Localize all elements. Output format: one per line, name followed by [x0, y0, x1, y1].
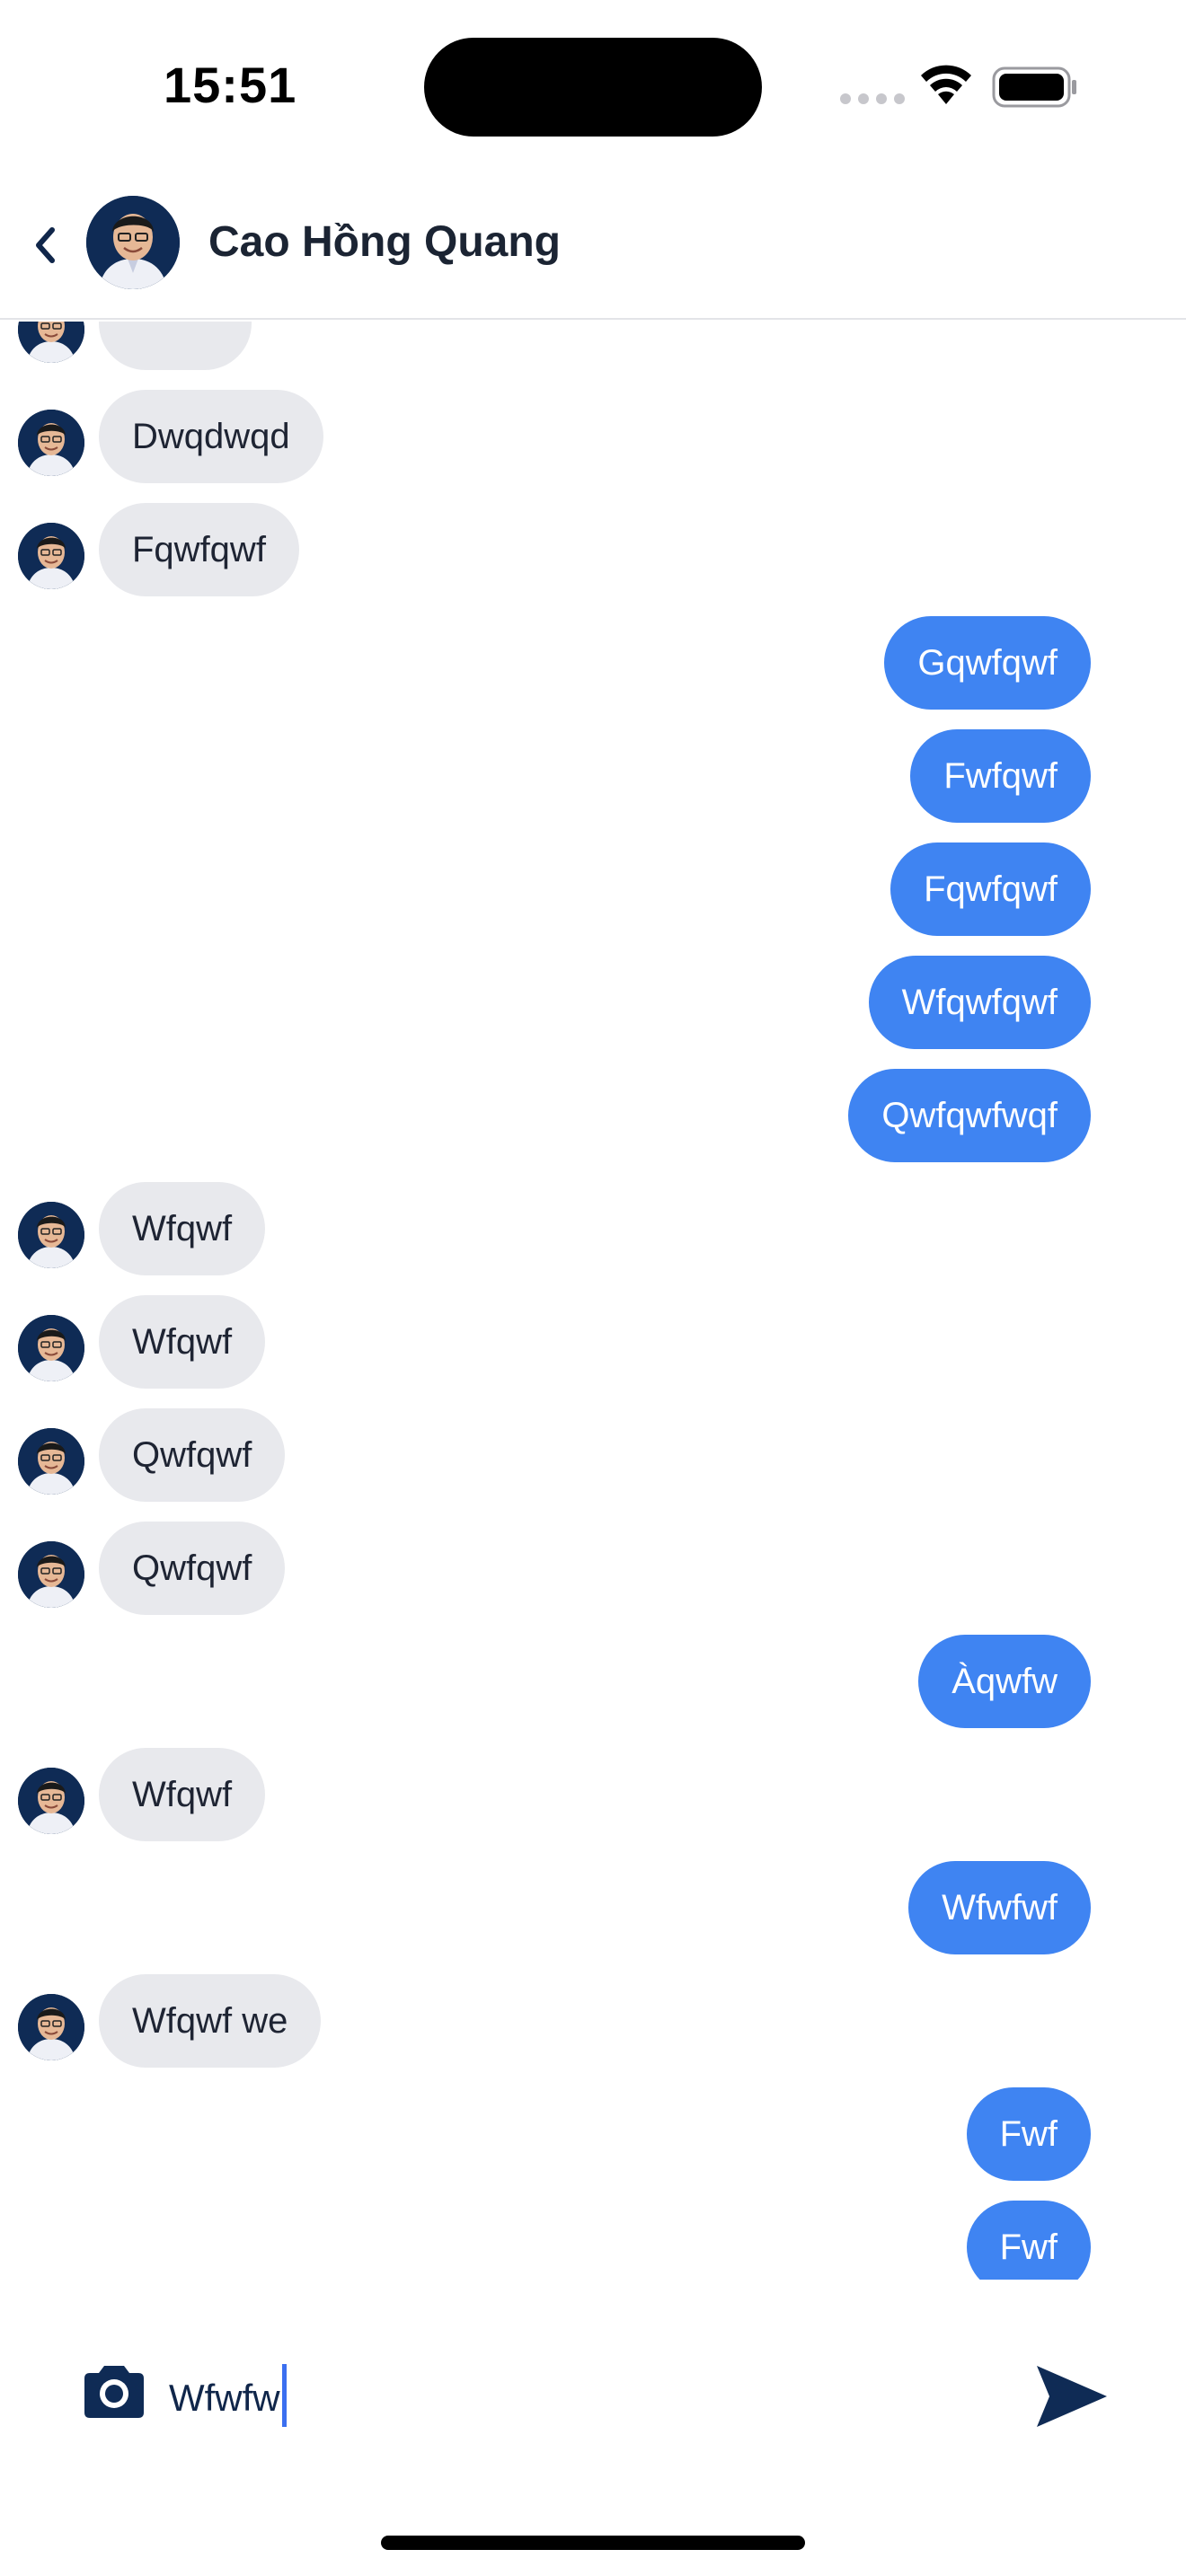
message-bubble: Qwfqwf: [99, 1522, 286, 1615]
message-avatar: [18, 1768, 84, 1834]
message-avatar: [18, 1541, 84, 1608]
message-avatar: [18, 1994, 84, 2060]
message-avatar: [18, 410, 84, 476]
message-bubble: Wfwfwf: [908, 1861, 1091, 1954]
user-avatar-icon: [86, 196, 180, 289]
message-bubble: Qwfqwf: [99, 1408, 286, 1502]
chat-header: Cao Hồng Quang: [0, 171, 1186, 320]
message-bubble: Wfqwfqwf: [868, 956, 1091, 1049]
outgoing-message[interactable]: Fwfqwf: [910, 729, 1091, 823]
incoming-message[interactable]: Qwfqwf: [99, 1408, 286, 1502]
incoming-message[interactable]: [99, 322, 252, 370]
outgoing-message[interactable]: Qwfqwfwqf: [848, 1069, 1091, 1162]
message-bubble: Fwfqwf: [910, 729, 1091, 823]
message-avatar: [18, 523, 84, 589]
message-list[interactable]: Dwqdwqd Fqwfqwf Gqwfqwf Fwfqwf Fqwfqwf Wfqwfq…: [0, 322, 1186, 2280]
message-bubble: [99, 322, 252, 370]
status-time: 15:51: [164, 57, 297, 113]
incoming-message[interactable]: Wfqwf: [99, 1182, 266, 1275]
message-bubble: Dwqdwqd: [99, 390, 323, 483]
text-caret: [281, 2364, 287, 2427]
message-input[interactable]: [169, 2362, 978, 2434]
camera-icon[interactable]: [79, 2362, 149, 2422]
incoming-message[interactable]: Wfqwf: [99, 1748, 266, 1841]
message-bubble: Wfqwf: [99, 1748, 266, 1841]
cellular-signal-icon: [840, 93, 905, 104]
outgoing-message[interactable]: Fqwfqwf: [890, 842, 1091, 936]
message-bubble: Fqwfqwf: [890, 842, 1091, 936]
outgoing-message[interactable]: Fwf: [966, 2201, 1091, 2280]
status-bar: 15:51: [0, 0, 1186, 171]
contact-name: Cao Hồng Quang: [208, 218, 561, 266]
message-avatar: [18, 1428, 84, 1495]
message-avatar: [18, 322, 84, 363]
incoming-message[interactable]: Qwfqwf: [99, 1522, 286, 1615]
message-avatar: [18, 1315, 84, 1381]
chevron-left-icon: [36, 227, 55, 263]
message-bubble: Qwfqwfwqf: [848, 1069, 1091, 1162]
outgoing-message[interactable]: Gqwfqwf: [884, 616, 1091, 710]
message-bubble: Wfqwf: [99, 1182, 266, 1275]
send-icon[interactable]: [1033, 2360, 1111, 2432]
dynamic-island: [424, 38, 762, 137]
incoming-message[interactable]: Wfqwf we: [99, 1974, 322, 2068]
message-composer: [0, 2299, 1186, 2497]
message-bubble: Fwf: [966, 2087, 1091, 2181]
battery-icon: [992, 66, 1076, 108]
message-bubble: Gqwfqwf: [884, 616, 1091, 710]
message-avatar: [18, 1202, 84, 1268]
message-bubble: Wfqwf we: [99, 1974, 322, 2068]
outgoing-message[interactable]: Fwf: [966, 2087, 1091, 2181]
home-indicator: [381, 2536, 805, 2550]
back-button[interactable]: [20, 216, 70, 275]
outgoing-message[interactable]: Àqwfw: [918, 1635, 1091, 1728]
wifi-icon: [921, 65, 971, 104]
message-bubble: Wfqwf: [99, 1295, 266, 1389]
incoming-message[interactable]: Fqwfqwf: [99, 503, 299, 596]
outgoing-message[interactable]: Wfwfwf: [908, 1861, 1091, 1954]
message-bubble: Fwf: [966, 2201, 1091, 2280]
message-bubble: Àqwfw: [918, 1635, 1091, 1728]
incoming-message[interactable]: Dwqdwqd: [99, 390, 323, 483]
incoming-message[interactable]: Wfqwf: [99, 1295, 266, 1389]
message-bubble: Fqwfqwf: [99, 503, 299, 596]
contact-avatar[interactable]: [86, 196, 180, 289]
outgoing-message[interactable]: Wfqwfqwf: [868, 956, 1091, 1049]
